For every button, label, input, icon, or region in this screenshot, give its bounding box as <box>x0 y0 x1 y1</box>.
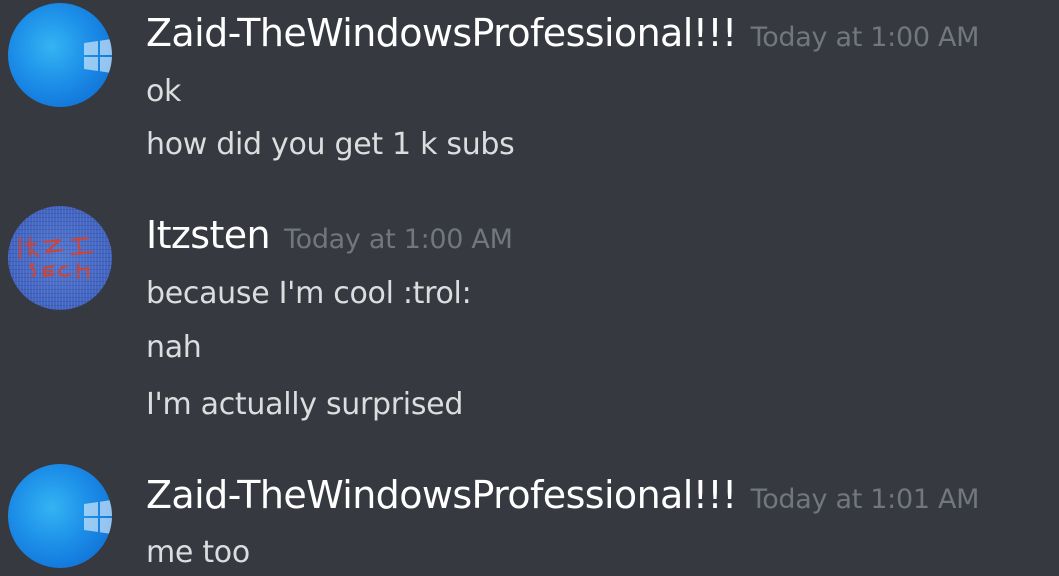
message-header: Zaid-TheWindowsProfessional!!! Today at 1… <box>146 473 979 517</box>
username[interactable]: Zaid-TheWindowsProfessional!!! <box>146 473 737 517</box>
avatar[interactable] <box>8 464 112 568</box>
timestamp[interactable]: Today at 1:00 AM <box>751 22 980 53</box>
message-header: Itzsten Today at 1:00 AM <box>146 213 513 257</box>
avatar[interactable] <box>8 206 112 310</box>
message-text: how did you get 1 k subs <box>146 127 515 162</box>
itzsten-handwritten-avatar <box>18 236 94 280</box>
windows-logo-icon <box>84 39 112 73</box>
message-text: I'm actually surprised <box>146 387 464 422</box>
message-text: because I'm cool :trol: <box>146 276 472 311</box>
username[interactable]: Zaid-TheWindowsProfessional!!! <box>146 11 737 55</box>
message-header: Zaid-TheWindowsProfessional!!! Today at 1… <box>146 11 979 55</box>
timestamp[interactable]: Today at 1:01 AM <box>751 484 980 515</box>
message-text: ok <box>146 74 182 109</box>
avatar[interactable] <box>8 3 112 107</box>
username[interactable]: Itzsten <box>146 213 271 257</box>
message-text: nah <box>146 330 202 365</box>
timestamp[interactable]: Today at 1:00 AM <box>284 224 513 255</box>
windows-logo-icon <box>84 500 112 534</box>
message-text: me too <box>146 535 250 570</box>
